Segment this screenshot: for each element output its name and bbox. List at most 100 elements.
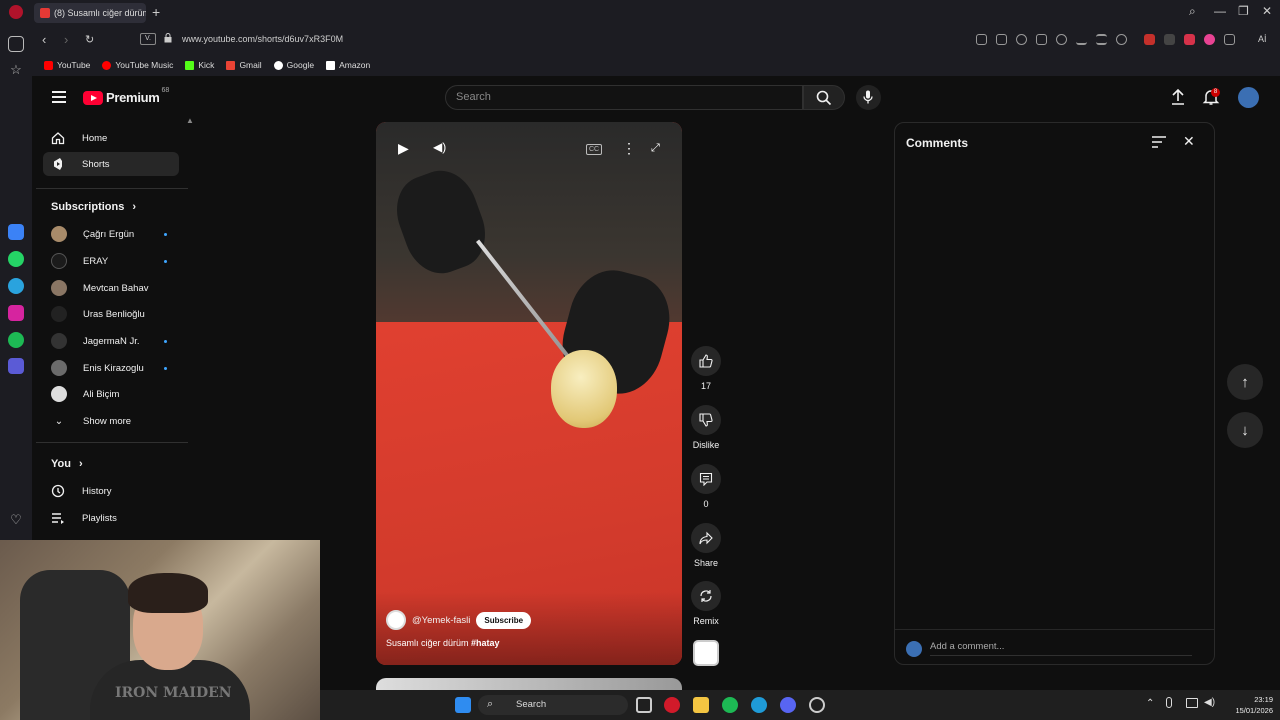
hashtag-link[interactable]: #hatay bbox=[471, 638, 500, 648]
microphone-tray-icon[interactable] bbox=[1166, 697, 1172, 708]
subscription-item[interactable]: Ali Biçim bbox=[51, 383, 181, 405]
add-comment-input[interactable]: Add a comment... bbox=[930, 641, 1192, 656]
ai-button[interactable]: Aİ bbox=[1258, 34, 1267, 44]
sort-icon[interactable] bbox=[1152, 136, 1166, 148]
play-icon[interactable]: ▶ bbox=[398, 140, 409, 157]
extension-1-icon[interactable] bbox=[1144, 34, 1155, 45]
next-short-preview[interactable] bbox=[376, 678, 682, 690]
edit-icon[interactable] bbox=[976, 34, 987, 45]
subscription-item[interactable]: JagermaN Jr. bbox=[51, 330, 181, 352]
channel-handle[interactable]: @Yemek-fasli bbox=[412, 615, 470, 626]
close-icon[interactable]: ✕ bbox=[1183, 133, 1195, 150]
comments-button[interactable] bbox=[691, 464, 721, 494]
subscriptions-heading[interactable]: Subscriptions › bbox=[51, 201, 136, 213]
file-explorer-icon[interactable] bbox=[693, 697, 709, 713]
bookmark-youtube[interactable]: YouTube bbox=[44, 60, 90, 70]
cc-button[interactable]: CC bbox=[586, 144, 603, 155]
telegram-icon[interactable] bbox=[8, 278, 24, 294]
you-heading[interactable]: You › bbox=[51, 458, 83, 470]
bookmark-amazon[interactable]: Amazon bbox=[326, 60, 370, 70]
download-icon[interactable] bbox=[1076, 34, 1087, 45]
tab-youtube[interactable]: (8) Susamlı ciğer dürüm # ✕ bbox=[34, 3, 146, 23]
vpn-badge[interactable]: V. bbox=[140, 33, 156, 45]
heart-ext-icon[interactable] bbox=[1056, 34, 1067, 45]
home-icon[interactable] bbox=[8, 36, 24, 52]
bookmark-kick[interactable]: Kick bbox=[185, 60, 214, 70]
menu-icon[interactable] bbox=[52, 91, 66, 103]
remix-button[interactable] bbox=[691, 581, 721, 611]
subscription-item[interactable]: Uras Benlioğlu bbox=[51, 303, 181, 325]
scroll-up-icon[interactable]: ▲ bbox=[186, 116, 194, 125]
bookmark-google[interactable]: Google bbox=[273, 60, 314, 70]
search-button[interactable] bbox=[803, 85, 845, 110]
profile-icon[interactable] bbox=[1116, 34, 1127, 45]
bookmark-gmail[interactable]: Gmail bbox=[226, 60, 262, 70]
voice-search-button[interactable] bbox=[856, 85, 881, 110]
share-button[interactable] bbox=[691, 523, 721, 553]
windows-start-icon[interactable] bbox=[455, 697, 471, 713]
task-view-icon[interactable] bbox=[636, 697, 652, 713]
more-options-icon[interactable]: ⋮ bbox=[622, 140, 636, 157]
subscription-item[interactable]: Çağrı Ergün bbox=[51, 223, 181, 245]
fullscreen-icon[interactable]: ⤢ bbox=[651, 142, 660, 155]
edge-icon[interactable] bbox=[751, 697, 767, 713]
subscription-item[interactable]: Mevtcan Bahav bbox=[51, 277, 181, 299]
upload-icon[interactable] bbox=[1169, 88, 1187, 106]
bookmark-youtube-music[interactable]: YouTube Music bbox=[102, 60, 173, 70]
extension-4-icon[interactable] bbox=[1204, 34, 1215, 45]
like-button[interactable] bbox=[691, 346, 721, 376]
youtube-premium-logo[interactable]: Premium 68 bbox=[83, 87, 169, 105]
opera-icon[interactable] bbox=[664, 697, 680, 713]
minimize-button[interactable]: — bbox=[1214, 4, 1226, 18]
taskbar-clock[interactable]: 23:19 15/01/2026 bbox=[1225, 694, 1273, 716]
subscribe-button[interactable]: Subscribe bbox=[476, 611, 532, 629]
volume-tray-icon[interactable]: ◀) bbox=[1204, 697, 1215, 708]
taskbar-search[interactable]: Search bbox=[478, 695, 628, 715]
spotify-icon[interactable] bbox=[722, 697, 738, 713]
spotify-icon[interactable] bbox=[8, 332, 24, 348]
close-window-button[interactable]: ✕ bbox=[1262, 4, 1272, 18]
play-ext-icon[interactable] bbox=[1036, 34, 1047, 45]
discord-icon[interactable] bbox=[780, 697, 796, 713]
volume-icon[interactable]: ◀) bbox=[433, 140, 446, 154]
subscription-item[interactable]: Enis Kirazoglu bbox=[51, 357, 181, 379]
guide-item-home[interactable]: Home bbox=[43, 126, 179, 150]
extensions-icon[interactable] bbox=[1224, 34, 1235, 45]
back-button[interactable]: ‹ bbox=[42, 32, 46, 47]
player-icon[interactable] bbox=[8, 358, 24, 374]
next-short-button[interactable]: ↓ bbox=[1227, 412, 1263, 448]
search-icon bbox=[816, 90, 832, 106]
url-field[interactable]: www.youtube.com/shorts/d6uv7xR3F0M bbox=[182, 34, 343, 44]
messenger-icon[interactable] bbox=[8, 224, 24, 240]
instagram-icon[interactable] bbox=[8, 305, 24, 321]
maximize-button[interactable]: ❐ bbox=[1238, 4, 1249, 18]
forward-button[interactable]: › bbox=[64, 32, 68, 47]
subscription-item[interactable]: ERAY bbox=[51, 250, 181, 272]
extension-3-icon[interactable] bbox=[1184, 34, 1195, 45]
new-tab-button[interactable]: + bbox=[152, 5, 160, 19]
heart-icon[interactable]: ♡ bbox=[8, 512, 24, 528]
opera-logo-icon[interactable] bbox=[9, 5, 23, 19]
shield-icon[interactable] bbox=[1016, 34, 1027, 45]
steam-icon[interactable] bbox=[809, 697, 825, 713]
shorts-player[interactable]: ▶ ◀) CC ⋮ ⤢ @Yemek-fasli Subscribe Susam… bbox=[376, 122, 682, 665]
menu-icon[interactable] bbox=[1096, 34, 1107, 45]
channel-avatar[interactable] bbox=[386, 610, 406, 630]
search-tabs-icon[interactable]: ⌕ bbox=[1189, 4, 1196, 19]
account-avatar[interactable] bbox=[1238, 87, 1259, 108]
network-icon[interactable] bbox=[1186, 698, 1198, 708]
reload-button[interactable]: ↻ bbox=[85, 33, 94, 46]
camera-icon[interactable] bbox=[996, 34, 1007, 45]
guide-item-history[interactable]: History bbox=[43, 479, 179, 503]
channel-thumbnail[interactable] bbox=[693, 640, 719, 666]
whatsapp-icon[interactable] bbox=[8, 251, 24, 267]
show-more-button[interactable]: ⌄ Show more bbox=[51, 410, 181, 432]
previous-short-button[interactable]: ↑ bbox=[1227, 364, 1263, 400]
dislike-button[interactable] bbox=[691, 405, 721, 435]
chevron-up-icon[interactable]: ⌃ bbox=[1146, 698, 1154, 709]
guide-item-playlists[interactable]: Playlists bbox=[43, 506, 179, 530]
extension-2-icon[interactable] bbox=[1164, 34, 1175, 45]
guide-item-shorts[interactable]: Shorts bbox=[43, 152, 179, 176]
search-input[interactable]: Search bbox=[445, 85, 803, 110]
star-icon[interactable]: ☆ bbox=[8, 62, 24, 78]
